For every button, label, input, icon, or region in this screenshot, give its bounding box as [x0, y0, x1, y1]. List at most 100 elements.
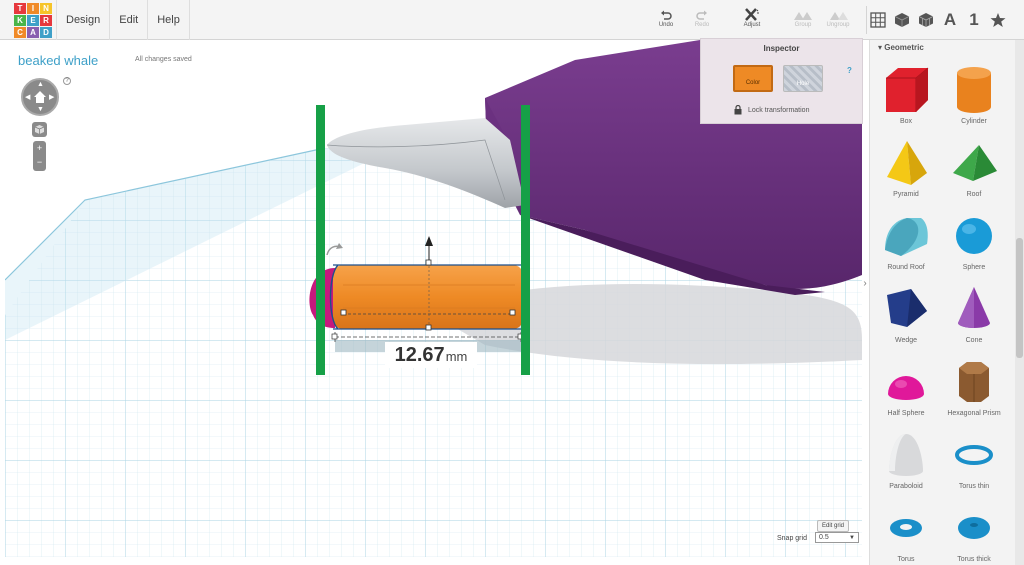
orbit-right-icon[interactable]: ▶ — [49, 93, 54, 101]
torus-icon — [890, 519, 922, 537]
shape-round-roof[interactable]: Round Roof — [874, 210, 938, 280]
snap-grid-label: Snap grid — [777, 535, 807, 542]
sidebar-scrollbar[interactable] — [1015, 40, 1024, 565]
shape-label: Roof — [966, 191, 982, 198]
undo-icon — [646, 7, 686, 22]
solid-cube-icon[interactable] — [892, 10, 912, 30]
ungroup-button[interactable]: Ungroup — [818, 7, 858, 28]
inspector-help-icon[interactable]: ? — [847, 66, 852, 75]
collapse-sidebar-chevron-icon[interactable]: › — [861, 272, 869, 294]
snap-grid-panel: Edit grid Snap grid 0.5 ▼ — [777, 520, 862, 550]
torus-thin-icon — [955, 445, 993, 465]
logo-letter: C — [14, 27, 26, 38]
design-title[interactable]: beaked whale — [18, 53, 98, 68]
number-shape-button[interactable]: 1 — [964, 10, 984, 30]
shape-paraboloid[interactable]: Paraboloid — [874, 429, 938, 499]
orbit-up-icon[interactable]: ▲ — [37, 81, 44, 88]
redo-button[interactable]: Redo — [682, 7, 722, 28]
fit-view-cube-icon[interactable] — [32, 122, 47, 137]
color-swatch-button[interactable]: Color — [733, 65, 773, 92]
sphere-icon — [956, 218, 992, 254]
shape-label: Torus thin — [958, 483, 990, 490]
logo-letter: I — [27, 3, 39, 14]
logo-letter: D — [40, 27, 52, 38]
shape-box[interactable]: Box — [874, 64, 938, 134]
paraboloid-icon — [889, 434, 923, 476]
shape-torus-thin[interactable]: Torus thin — [942, 429, 1006, 499]
adjust-button[interactable]: Adjust — [732, 7, 772, 28]
sidebar-scroll-thumb[interactable] — [1016, 238, 1023, 358]
inspector-title: Inspector — [763, 44, 800, 53]
shape-pyramid[interactable]: Pyramid — [874, 137, 938, 207]
shape-roof[interactable]: Roof — [942, 137, 1006, 207]
shape-label: Box — [899, 118, 913, 125]
logo-letter: R — [40, 15, 52, 26]
cylinder-icon — [957, 67, 991, 113]
undo-label: Undo — [658, 22, 674, 28]
shape-cone[interactable]: Cone — [942, 283, 1006, 353]
logo-letter: T — [14, 3, 26, 14]
edit-grid-button[interactable]: Edit grid — [817, 520, 850, 532]
shape-label: Round Roof — [887, 264, 925, 271]
right-guide-bar — [521, 105, 530, 375]
adjust-label: Adjust — [743, 22, 761, 28]
shape-label: Sphere — [962, 264, 986, 271]
menu-design[interactable]: Design — [56, 0, 109, 40]
cone-icon — [958, 287, 990, 328]
lock-transformation-toggle[interactable]: Lock transformation — [734, 105, 809, 115]
menu-help[interactable]: Help — [147, 0, 190, 40]
shape-torus-thick[interactable]: Torus thick — [942, 502, 1006, 565]
geometric-section-header[interactable]: ▾ Geometric — [878, 43, 1015, 52]
logo-letter: N — [40, 3, 52, 14]
text-shape-button[interactable]: A — [940, 10, 960, 30]
dimension-readout[interactable]: 12.67 mm — [385, 342, 477, 368]
shape-hexagonal-prism[interactable]: Hexagonal Prism — [942, 356, 1006, 426]
adjust-icon — [732, 7, 772, 22]
ungroup-icon — [818, 7, 858, 22]
shape-label: Torus — [897, 556, 915, 563]
color-label: Color — [745, 80, 761, 86]
zoom-in-icon[interactable]: + — [33, 141, 46, 155]
dimension-value[interactable]: 12.67 — [395, 344, 445, 367]
snap-grid-select[interactable]: 0.5 ▼ — [815, 532, 859, 543]
undo-button[interactable]: Undo — [646, 7, 686, 28]
section-collapse-icon: ▾ — [878, 43, 883, 52]
shape-half-sphere[interactable]: Half Sphere — [874, 356, 938, 426]
navigation-help-icon[interactable]: ? — [63, 77, 71, 85]
group-label: Group — [794, 22, 812, 28]
shape-label: Pyramid — [893, 191, 919, 198]
round-roof-icon — [885, 218, 928, 256]
ungroup-label: Ungroup — [826, 22, 850, 28]
star-icon[interactable] — [988, 10, 1008, 30]
section-title: Geometric — [884, 43, 924, 52]
snap-grid-value: 0.5 — [819, 534, 829, 541]
logo-letter: A — [27, 27, 39, 38]
orbit-left-icon[interactable]: ◀ — [25, 93, 30, 101]
shape-torus[interactable]: Torus — [874, 502, 938, 565]
group-icon — [783, 7, 823, 22]
orbit-down-icon[interactable]: ▼ — [37, 106, 44, 113]
view-navigation-pad[interactable]: ▲ ▼ ◀ ▶ — [21, 78, 59, 116]
roof-icon — [953, 145, 997, 181]
group-button[interactable]: Group — [783, 7, 823, 28]
view-controls: A 1 — [868, 0, 1008, 40]
left-guide-bar — [316, 105, 325, 375]
home-view-icon[interactable] — [33, 90, 47, 104]
menu-edit[interactable]: Edit — [109, 0, 147, 40]
shape-label: Half Sphere — [887, 410, 925, 417]
shape-label: Hexagonal Prism — [947, 410, 1001, 417]
grid-view-icon[interactable] — [868, 10, 888, 30]
tinkercad-logo[interactable]: T I N K E R C A D — [14, 3, 54, 39]
shape-label: Cone — [965, 337, 983, 344]
toolbar-divider — [866, 6, 867, 34]
shape-wedge[interactable]: Wedge — [874, 283, 938, 353]
zoom-out-icon[interactable]: − — [33, 155, 46, 169]
selected-cylinder-shape[interactable] — [309, 264, 523, 330]
hole-swatch-button[interactable]: Hole — [783, 65, 823, 92]
logo-letter: K — [14, 15, 26, 26]
shape-cylinder[interactable]: Cylinder — [942, 64, 1006, 134]
brick-cube-icon[interactable] — [916, 10, 936, 30]
shape-sphere[interactable]: Sphere — [942, 210, 1006, 280]
shapes-sidebar: ▾ Geometric Box Cylinder Pyramid Roof Ro… — [869, 40, 1015, 565]
wedge-icon — [887, 289, 927, 327]
